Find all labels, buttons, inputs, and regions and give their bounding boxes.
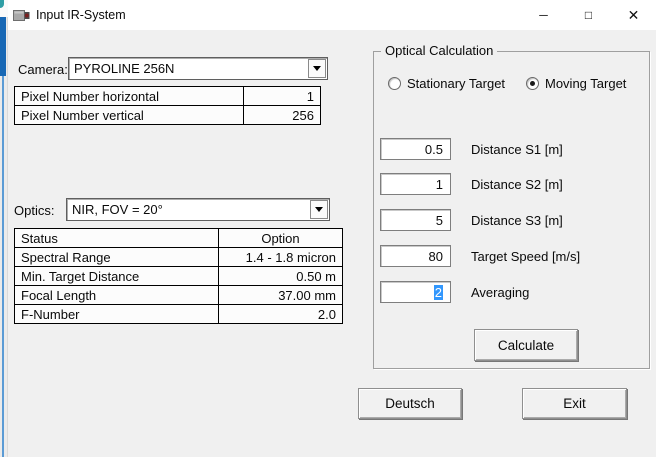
table-row: Min. Target Distance 0.50 m — [15, 267, 342, 286]
averaging-label: Averaging — [471, 281, 529, 303]
radio-icon — [388, 77, 401, 90]
pixel-horizontal-value: 1 — [243, 87, 320, 105]
table-row: Pixel Number vertical 256 — [15, 106, 320, 124]
spectral-range-label: Spectral Range — [15, 248, 218, 266]
background-scrollbar-thumb — [0, 17, 6, 76]
f-number-value: 2.0 — [218, 305, 342, 323]
distance-s1-label: Distance S1 [m] — [471, 138, 563, 160]
camera-icon — [13, 9, 30, 22]
distance-s3-input[interactable]: 5 — [380, 209, 451, 231]
optics-label: Optics: — [14, 203, 54, 218]
min-target-distance-label: Min. Target Distance — [15, 267, 218, 285]
deutsch-button[interactable]: Deutsch — [358, 388, 462, 419]
distance-s3-label: Distance S3 [m] — [471, 209, 563, 231]
table-row: Pixel Number horizontal 1 — [15, 87, 320, 106]
min-target-distance-value: 0.50 m — [218, 267, 342, 285]
background-scrollbar-track — [2, 76, 4, 457]
optical-calculation-group: Optical Calculation Stationary Target Mo… — [373, 51, 650, 369]
distance-s1-input[interactable]: 0.5 — [380, 138, 451, 160]
spectral-range-value: 1.4 - 1.8 micron — [218, 248, 342, 266]
optics-dropdown-button[interactable] — [310, 200, 328, 219]
chevron-down-icon — [315, 207, 323, 212]
background-window-strip — [0, 0, 8, 457]
f-number-label: F-Number — [15, 305, 218, 323]
radio-icon — [526, 77, 539, 90]
input-ir-system-dialog: Input IR-System ─ □ ✕ Camera: PYROLINE 2… — [0, 0, 656, 457]
pixel-horizontal-label: Pixel Number horizontal — [15, 87, 243, 105]
exit-button[interactable]: Exit — [522, 388, 627, 419]
optics-dropdown[interactable]: NIR, FOV = 20° — [66, 198, 330, 221]
status-header: Status — [15, 229, 218, 247]
focal-length-label: Focal Length — [15, 286, 218, 304]
radio-moving-target[interactable]: Moving Target — [526, 76, 626, 91]
pixel-vertical-value: 256 — [243, 106, 320, 124]
maximize-button[interactable]: □ — [566, 0, 611, 30]
camera-dropdown-button[interactable] — [308, 59, 326, 78]
target-speed-label: Target Speed [m/s] — [471, 245, 580, 267]
close-button[interactable]: ✕ — [611, 0, 656, 30]
table-row: Focal Length 37.00 mm — [15, 286, 342, 305]
pixel-number-table: Pixel Number horizontal 1 Pixel Number v… — [14, 86, 321, 125]
target-speed-input[interactable]: 80 — [380, 245, 451, 267]
window-controls: ─ □ ✕ — [521, 0, 656, 30]
radio-stationary-target[interactable]: Stationary Target — [388, 76, 505, 91]
camera-label: Camera: — [18, 62, 68, 77]
titlebar: Input IR-System ─ □ ✕ — [8, 0, 656, 30]
table-header-row: Status Option — [15, 229, 342, 248]
distance-s2-label: Distance S2 [m] — [471, 173, 563, 195]
minimize-button[interactable]: ─ — [521, 0, 566, 30]
radio-stationary-label: Stationary Target — [407, 76, 505, 91]
table-row: Spectral Range 1.4 - 1.8 micron — [15, 248, 342, 267]
selected-text: 2 — [434, 285, 443, 300]
calculate-button[interactable]: Calculate — [474, 329, 578, 361]
focal-length-value: 37.00 mm — [218, 286, 342, 304]
option-header: Option — [218, 229, 342, 247]
pixel-vertical-label: Pixel Number vertical — [15, 106, 243, 124]
camera-dropdown[interactable]: PYROLINE 256N — [68, 57, 328, 80]
optics-dropdown-value: NIR, FOV = 20° — [67, 199, 309, 220]
camera-dropdown-value: PYROLINE 256N — [69, 58, 307, 79]
chevron-down-icon — [313, 66, 321, 71]
distance-s2-input[interactable]: 1 — [380, 173, 451, 195]
group-title: Optical Calculation — [381, 43, 497, 58]
optics-status-table: Status Option Spectral Range 1.4 - 1.8 m… — [14, 228, 343, 324]
window-title: Input IR-System — [36, 8, 126, 22]
averaging-input[interactable]: 2 — [380, 281, 451, 303]
table-row: F-Number 2.0 — [15, 305, 342, 323]
radio-moving-label: Moving Target — [545, 76, 626, 91]
